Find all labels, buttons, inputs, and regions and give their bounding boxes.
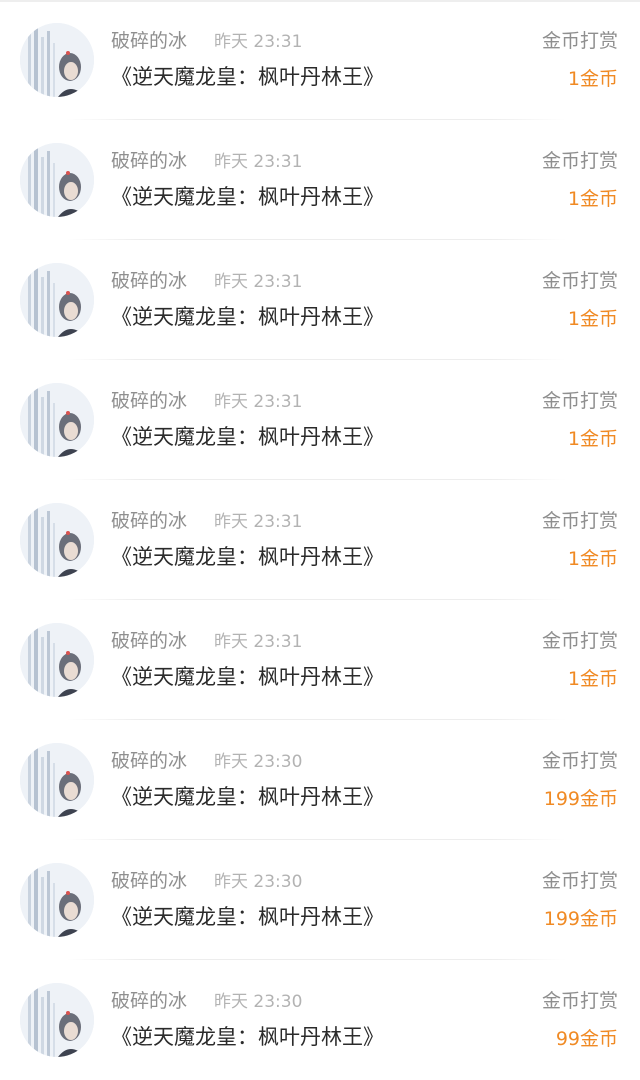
user-name[interactable]: 破碎的冰 bbox=[111, 268, 187, 294]
reward-row[interactable]: 破碎的冰 昨天 23:31 《逆天魔龙皇：枫叶丹林王》 金币打赏 1金币 bbox=[0, 600, 640, 720]
user-avatar-icon[interactable] bbox=[20, 743, 94, 817]
book-title[interactable]: 《逆天魔龙皇：枫叶丹林王》 bbox=[111, 182, 384, 212]
user-avatar-icon[interactable] bbox=[20, 143, 94, 217]
reward-amount: 1金币 bbox=[567, 548, 618, 570]
book-title[interactable]: 《逆天魔龙皇：枫叶丹林王》 bbox=[111, 422, 384, 452]
user-name[interactable]: 破碎的冰 bbox=[111, 508, 187, 534]
reward-time: 昨天 23:31 bbox=[214, 392, 303, 412]
reward-amount: 1金币 bbox=[567, 428, 618, 450]
reward-type: 金币打赏 bbox=[541, 630, 618, 652]
reward-time: 昨天 23:31 bbox=[214, 512, 303, 532]
book-title[interactable]: 《逆天魔龙皇：枫叶丹林王》 bbox=[111, 902, 384, 932]
reward-row[interactable]: 破碎的冰 昨天 23:31 《逆天魔龙皇：枫叶丹林王》 金币打赏 1金币 bbox=[0, 0, 640, 120]
reward-amount: 199金币 bbox=[543, 908, 618, 930]
reward-row[interactable]: 破碎的冰 昨天 23:31 《逆天魔龙皇：枫叶丹林王》 金币打赏 1金币 bbox=[0, 360, 640, 480]
user-name[interactable]: 破碎的冰 bbox=[111, 148, 187, 174]
reward-row[interactable]: 破碎的冰 昨天 23:30 《逆天魔龙皇：枫叶丹林王》 金币打赏 199金币 bbox=[0, 720, 640, 840]
reward-row[interactable]: 破碎的冰 昨天 23:31 《逆天魔龙皇：枫叶丹林王》 金币打赏 1金币 bbox=[0, 480, 640, 600]
book-title[interactable]: 《逆天魔龙皇：枫叶丹林王》 bbox=[111, 302, 384, 332]
user-name[interactable]: 破碎的冰 bbox=[111, 988, 187, 1014]
reward-type: 金币打赏 bbox=[541, 990, 618, 1012]
user-avatar-icon[interactable] bbox=[20, 983, 94, 1057]
book-title[interactable]: 《逆天魔龙皇：枫叶丹林王》 bbox=[111, 782, 384, 812]
reward-time: 昨天 23:31 bbox=[214, 272, 303, 292]
reward-type: 金币打赏 bbox=[541, 150, 618, 172]
reward-time: 昨天 23:30 bbox=[214, 992, 303, 1012]
user-avatar-icon[interactable] bbox=[20, 23, 94, 97]
reward-row[interactable]: 破碎的冰 昨天 23:30 《逆天魔龙皇：枫叶丹林王》 金币打赏 199金币 bbox=[0, 840, 640, 960]
user-name[interactable]: 破碎的冰 bbox=[111, 28, 187, 54]
user-name[interactable]: 破碎的冰 bbox=[111, 628, 187, 654]
user-name[interactable]: 破碎的冰 bbox=[111, 868, 187, 894]
book-title[interactable]: 《逆天魔龙皇：枫叶丹林王》 bbox=[111, 1022, 384, 1052]
user-avatar-icon[interactable] bbox=[20, 263, 94, 337]
user-name[interactable]: 破碎的冰 bbox=[111, 388, 187, 414]
reward-amount: 199金币 bbox=[543, 788, 618, 810]
reward-type: 金币打赏 bbox=[541, 870, 618, 892]
reward-row[interactable]: 破碎的冰 昨天 23:31 《逆天魔龙皇：枫叶丹林王》 金币打赏 1金币 bbox=[0, 120, 640, 240]
reward-amount: 1金币 bbox=[567, 668, 618, 690]
reward-amount: 99金币 bbox=[555, 1028, 618, 1050]
reward-time: 昨天 23:31 bbox=[214, 152, 303, 172]
user-name[interactable]: 破碎的冰 bbox=[111, 748, 187, 774]
book-title[interactable]: 《逆天魔龙皇：枫叶丹林王》 bbox=[111, 62, 384, 92]
reward-amount: 1金币 bbox=[567, 188, 618, 210]
reward-type: 金币打赏 bbox=[541, 270, 618, 292]
reward-time: 昨天 23:31 bbox=[214, 632, 303, 652]
reward-list: 破碎的冰 昨天 23:31 《逆天魔龙皇：枫叶丹林王》 金币打赏 1金币 破碎的… bbox=[0, 0, 640, 1079]
reward-time: 昨天 23:30 bbox=[214, 752, 303, 772]
book-title[interactable]: 《逆天魔龙皇：枫叶丹林王》 bbox=[111, 662, 384, 692]
reward-time: 昨天 23:30 bbox=[214, 872, 303, 892]
reward-row[interactable]: 破碎的冰 昨天 23:31 《逆天魔龙皇：枫叶丹林王》 金币打赏 1金币 bbox=[0, 240, 640, 360]
user-avatar-icon[interactable] bbox=[20, 383, 94, 457]
reward-time: 昨天 23:31 bbox=[214, 32, 303, 52]
user-avatar-icon[interactable] bbox=[20, 863, 94, 937]
user-avatar-icon[interactable] bbox=[20, 503, 94, 577]
reward-type: 金币打赏 bbox=[541, 390, 618, 412]
reward-type: 金币打赏 bbox=[541, 30, 618, 52]
book-title[interactable]: 《逆天魔龙皇：枫叶丹林王》 bbox=[111, 542, 384, 572]
user-avatar-icon[interactable] bbox=[20, 623, 94, 697]
reward-type: 金币打赏 bbox=[541, 750, 618, 772]
reward-amount: 1金币 bbox=[567, 308, 618, 330]
reward-amount: 1金币 bbox=[567, 68, 618, 90]
reward-row[interactable]: 破碎的冰 昨天 23:30 《逆天魔龙皇：枫叶丹林王》 金币打赏 99金币 bbox=[0, 960, 640, 1080]
reward-type: 金币打赏 bbox=[541, 510, 618, 532]
